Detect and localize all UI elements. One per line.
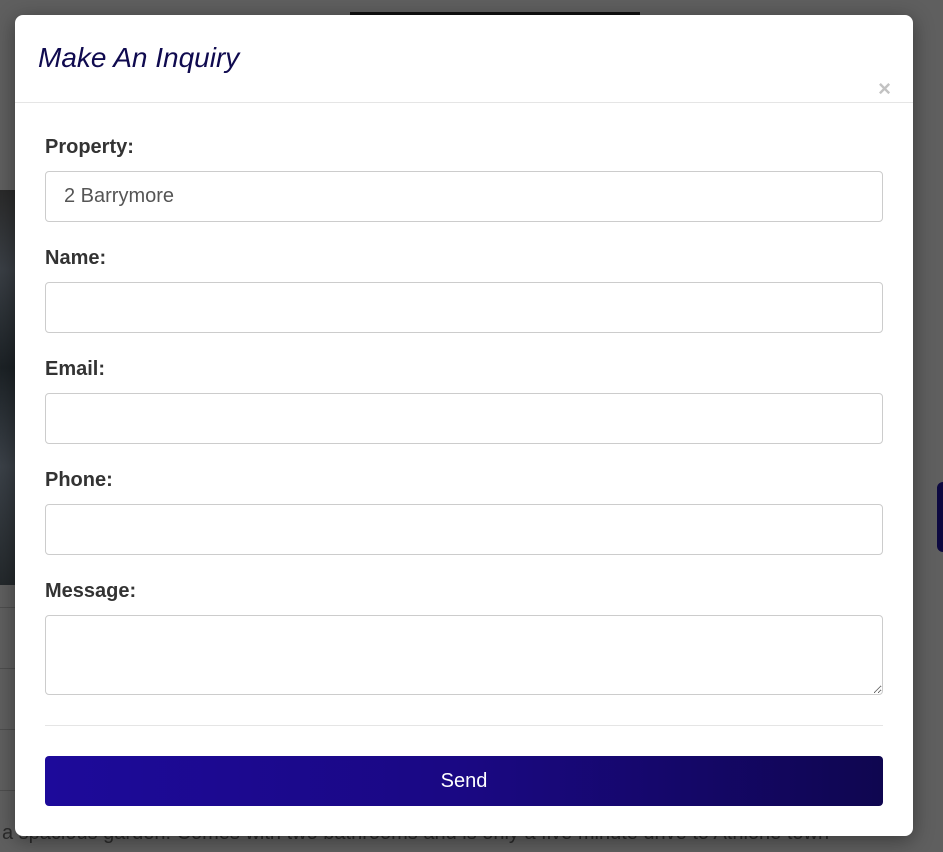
send-button[interactable]: Send	[45, 756, 883, 806]
background-divider	[0, 668, 16, 669]
modal-title: Make An Inquiry	[38, 42, 240, 73]
background-divider	[0, 790, 16, 791]
email-field[interactable]	[45, 393, 883, 444]
background-side-tab	[937, 482, 943, 552]
footer-divider	[45, 725, 883, 726]
phone-field[interactable]	[45, 504, 883, 555]
property-field[interactable]	[45, 171, 883, 222]
email-label: Email:	[45, 358, 106, 380]
property-label: Property:	[45, 136, 134, 158]
close-icon[interactable]: ×	[878, 78, 891, 100]
message-field[interactable]	[45, 615, 883, 695]
phone-label: Phone:	[45, 469, 113, 491]
background-divider	[0, 607, 16, 608]
name-field[interactable]	[45, 282, 883, 333]
message-label: Message:	[45, 580, 137, 602]
modal-header: Make An Inquiry ×	[15, 15, 913, 103]
inquiry-modal: Make An Inquiry × Property: Name: Email:…	[15, 15, 913, 836]
background-property-photo	[0, 190, 16, 585]
name-label: Name:	[45, 247, 107, 269]
background-divider	[0, 729, 16, 730]
